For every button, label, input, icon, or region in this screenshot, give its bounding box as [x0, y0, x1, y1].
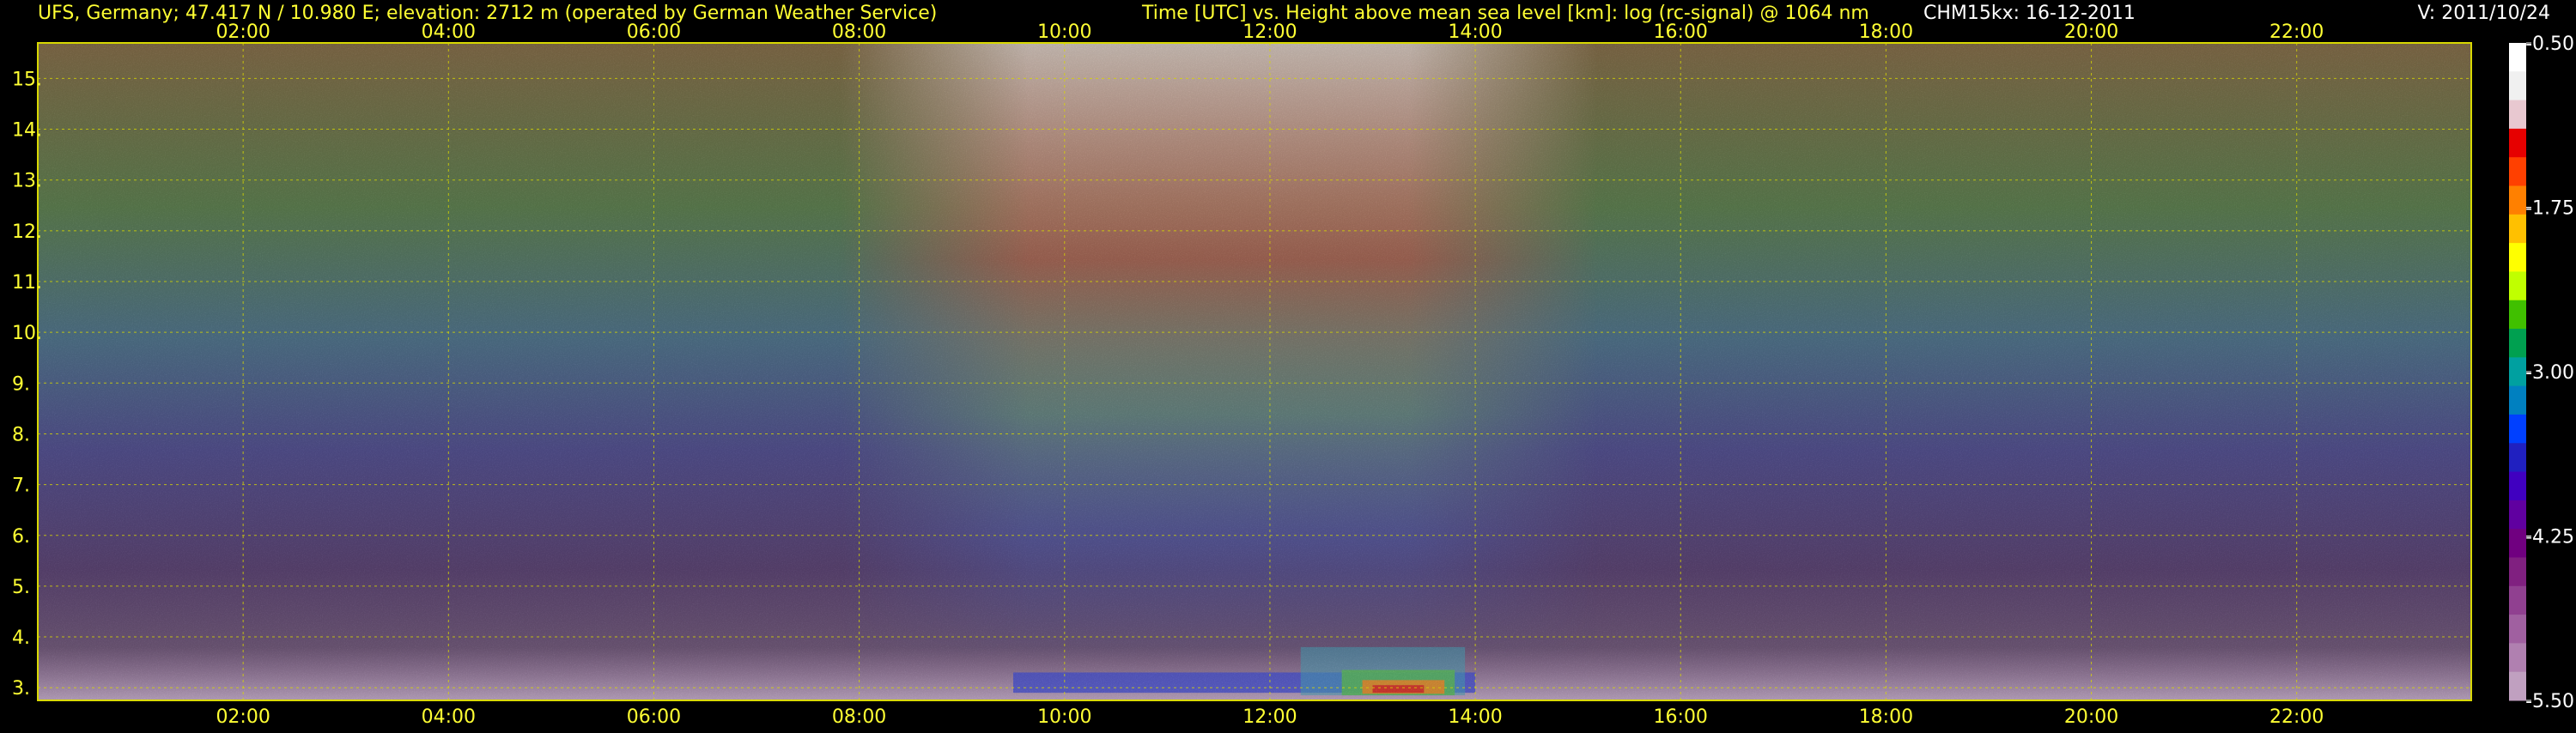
x-tick-label-bottom: 10:00: [1037, 706, 1091, 728]
colorbar-swatch: [2509, 329, 2526, 358]
x-tick-label-top: 06:00: [627, 21, 681, 43]
colorbar-ticks: -0.50 -1.75 -3.00 -4.25 -5.50: [2525, 33, 2574, 712]
colorbar-swatch: [2509, 671, 2526, 701]
colorbar-swatch: [2509, 71, 2526, 101]
x-tick-label-top: 14:00: [1448, 21, 1502, 43]
ceilometer-plot: 02:00 04:00 06:00 08:00 10:00 12:00 14:00 16:00…: [0, 0, 2576, 730]
colorbar-swatch: [2509, 471, 2526, 501]
colorbar-swatch: [2509, 357, 2526, 387]
x-tick-label-bottom: 14:00: [1448, 706, 1502, 728]
y-tick-label: 4.: [12, 627, 30, 649]
colorbar-swatch: [2509, 414, 2526, 444]
colorbar-swatch: [2509, 157, 2526, 187]
colorbar-tick-label: -1.75: [2525, 198, 2574, 220]
colorbar-swatch: [2509, 585, 2526, 615]
station-label: UFS, Germany; 47.417 N / 10.980 E; eleva…: [38, 3, 937, 24]
x-tick-label-top: 18:00: [1859, 21, 1913, 43]
instrument-date: CHM15kx: 16-12-2011: [1923, 3, 2136, 24]
y-tick-label: 12.: [12, 221, 42, 243]
x-tick-label-bottom: 02:00: [216, 706, 270, 728]
colorbar: [2509, 43, 2526, 701]
colorbar-swatch: [2509, 271, 2526, 301]
x-tick-label-top: 20:00: [2064, 21, 2118, 43]
y-tick-label: 13.: [12, 171, 42, 192]
colorbar-tick-label: -3.00: [2525, 362, 2574, 384]
y-tick-label: 10.: [12, 323, 42, 344]
x-tick-label-top: 02:00: [216, 21, 270, 43]
colorbar-swatch: [2509, 300, 2526, 330]
colorbar-swatch: [2509, 43, 2526, 72]
colorbar-tick-label: -0.50: [2525, 33, 2574, 55]
plot-area: [37, 42, 2472, 701]
y-tick-label: 6.: [12, 526, 30, 548]
colorbar-tick-label: -5.50: [2525, 691, 2574, 712]
x-tick-label-top: 08:00: [832, 21, 886, 43]
colorbar-swatch: [2509, 615, 2526, 644]
x-tick-label-top: 12:00: [1242, 21, 1297, 43]
colorbar-swatch: [2509, 243, 2526, 272]
colorbar-swatch: [2509, 443, 2526, 473]
x-tick-label-bottom: 04:00: [422, 706, 476, 728]
y-tick-label: 9.: [12, 373, 30, 395]
colorbar-swatch: [2509, 185, 2526, 215]
chart-svg: 02:00 04:00 06:00 08:00 10:00 12:00 14:00 16:00…: [12, 3, 2574, 728]
signal-noise-overlay: [38, 43, 2471, 700]
colorbar-swatch: [2509, 529, 2526, 558]
x-tick-label-bottom: 20:00: [2064, 706, 2118, 728]
y-tick-label: 8.: [12, 424, 30, 445]
x-axis-top: 02:00 04:00 06:00 08:00 10:00 12:00 14:00 16:00…: [216, 21, 2324, 43]
y-tick-label: 3.: [12, 678, 30, 700]
x-tick-label-top: 22:00: [2269, 21, 2324, 43]
x-tick-label-bottom: 06:00: [627, 706, 681, 728]
x-tick-label-bottom: 12:00: [1242, 706, 1297, 728]
x-tick-label-bottom: 08:00: [832, 706, 886, 728]
x-tick-label-bottom: 22:00: [2269, 706, 2324, 728]
colorbar-swatch: [2509, 128, 2526, 158]
y-tick-label: 15.: [12, 69, 42, 90]
chart-title: Time [UTC] vs. Height above mean sea lev…: [1141, 3, 1869, 24]
colorbar-tick-label: -4.25: [2525, 527, 2574, 548]
x-tick-label-top: 16:00: [1654, 21, 1708, 43]
x-tick-label-top: 10:00: [1037, 21, 1091, 43]
colorbar-swatch: [2509, 500, 2526, 530]
colorbar-swatch: [2509, 385, 2526, 415]
colorbar-swatch: [2509, 100, 2526, 130]
x-tick-label-bottom: 18:00: [1859, 706, 1913, 728]
y-tick-label: 14.: [12, 120, 42, 142]
x-axis-bottom: 02:00 04:00 06:00 08:00 10:00 12:00 14:00 16:00…: [216, 706, 2324, 728]
y-tick-label: 7.: [12, 476, 30, 497]
colorbar-swatch: [2509, 214, 2526, 244]
version-label: V: 2011/10/24: [2418, 3, 2550, 24]
x-tick-label-bottom: 16:00: [1654, 706, 1708, 728]
colorbar-swatch: [2509, 643, 2526, 673]
y-tick-label: 11.: [12, 272, 42, 294]
x-tick-label-top: 04:00: [422, 21, 476, 43]
y-tick-label: 5.: [12, 577, 30, 598]
colorbar-swatch: [2509, 557, 2526, 587]
